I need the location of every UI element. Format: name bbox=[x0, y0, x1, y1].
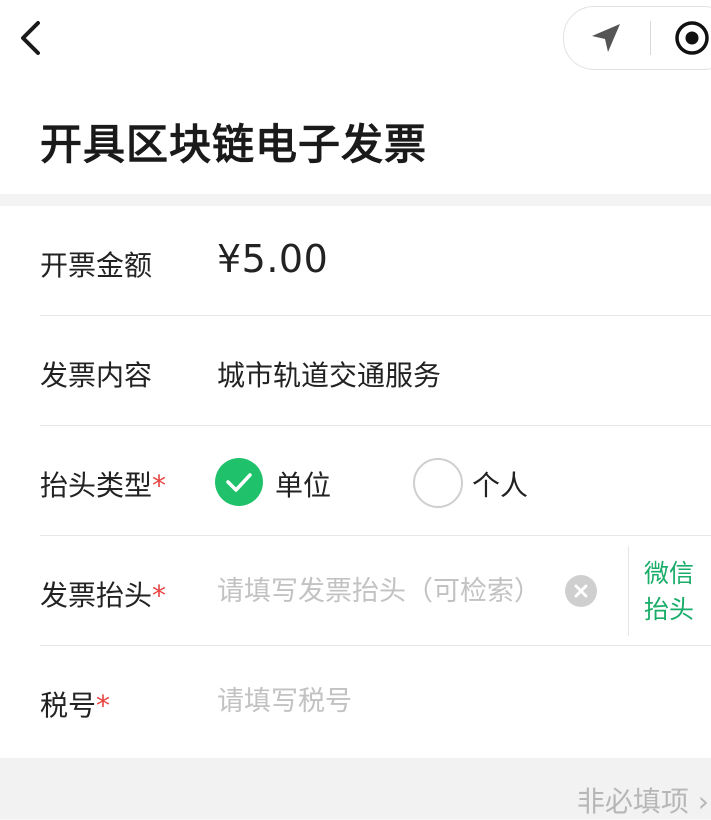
title-type-label-text: 抬头类型 bbox=[40, 469, 153, 502]
content-row: 发票内容 城市轨道交通服务 bbox=[0, 316, 711, 426]
clear-input-button[interactable] bbox=[565, 575, 597, 607]
title-type-row: 抬头类型* 单位 个人 bbox=[0, 426, 711, 536]
required-mark: * bbox=[96, 689, 111, 722]
back-button[interactable] bbox=[16, 18, 52, 58]
page-header: 开具区块链电子发票 bbox=[0, 78, 711, 194]
amount-row: 开票金额 ¥5.00 bbox=[0, 206, 711, 316]
tax-id-input[interactable] bbox=[217, 682, 553, 720]
radio-personal[interactable] bbox=[413, 458, 463, 508]
tax-id-row: 税号* bbox=[0, 646, 711, 756]
location-arrow-icon bbox=[592, 24, 620, 52]
radio-personal-label[interactable]: 个人 bbox=[472, 464, 528, 504]
page-title: 开具区块链电子发票 bbox=[40, 120, 428, 169]
checkmark-icon bbox=[226, 473, 252, 492]
radio-company[interactable] bbox=[215, 458, 263, 506]
optional-fields-toggle[interactable]: 非必填项 › bbox=[577, 780, 709, 820]
record-circle-icon bbox=[675, 21, 709, 55]
close-mini-program-button[interactable] bbox=[672, 18, 711, 58]
section-separator bbox=[0, 194, 711, 206]
content-label: 发票内容 bbox=[40, 359, 153, 392]
optional-section: 非必填项 › bbox=[0, 758, 711, 819]
required-mark: * bbox=[152, 579, 167, 612]
amount-label: 开票金额 bbox=[40, 249, 153, 282]
radio-company-label[interactable]: 单位 bbox=[275, 464, 331, 504]
top-nav-bar bbox=[0, 0, 711, 78]
content-value: 城市轨道交通服务 bbox=[217, 359, 442, 392]
invoice-title-input[interactable] bbox=[217, 572, 553, 610]
capsule-divider bbox=[650, 21, 651, 55]
invoice-title-row: 发票抬头* 微信抬头 bbox=[0, 536, 711, 646]
close-icon bbox=[574, 584, 588, 598]
required-mark: * bbox=[152, 469, 167, 502]
vertical-divider bbox=[628, 546, 629, 636]
invoice-form: 开票金额 ¥5.00 发票内容 城市轨道交通服务 抬头类型* 单位 个人 发票抬… bbox=[0, 206, 711, 758]
wechat-title-link[interactable]: 微信抬头 bbox=[644, 556, 704, 628]
location-button[interactable] bbox=[588, 22, 624, 54]
invoice-title-label-text: 发票抬头 bbox=[40, 579, 153, 612]
invoice-title-label: 发票抬头* bbox=[40, 574, 166, 614]
chevron-left-icon bbox=[21, 21, 40, 55]
tax-id-label-text: 税号 bbox=[40, 689, 97, 722]
tax-id-label: 税号* bbox=[40, 684, 110, 724]
title-type-label: 抬头类型* bbox=[40, 464, 166, 504]
amount-value: ¥5.00 bbox=[217, 237, 329, 281]
